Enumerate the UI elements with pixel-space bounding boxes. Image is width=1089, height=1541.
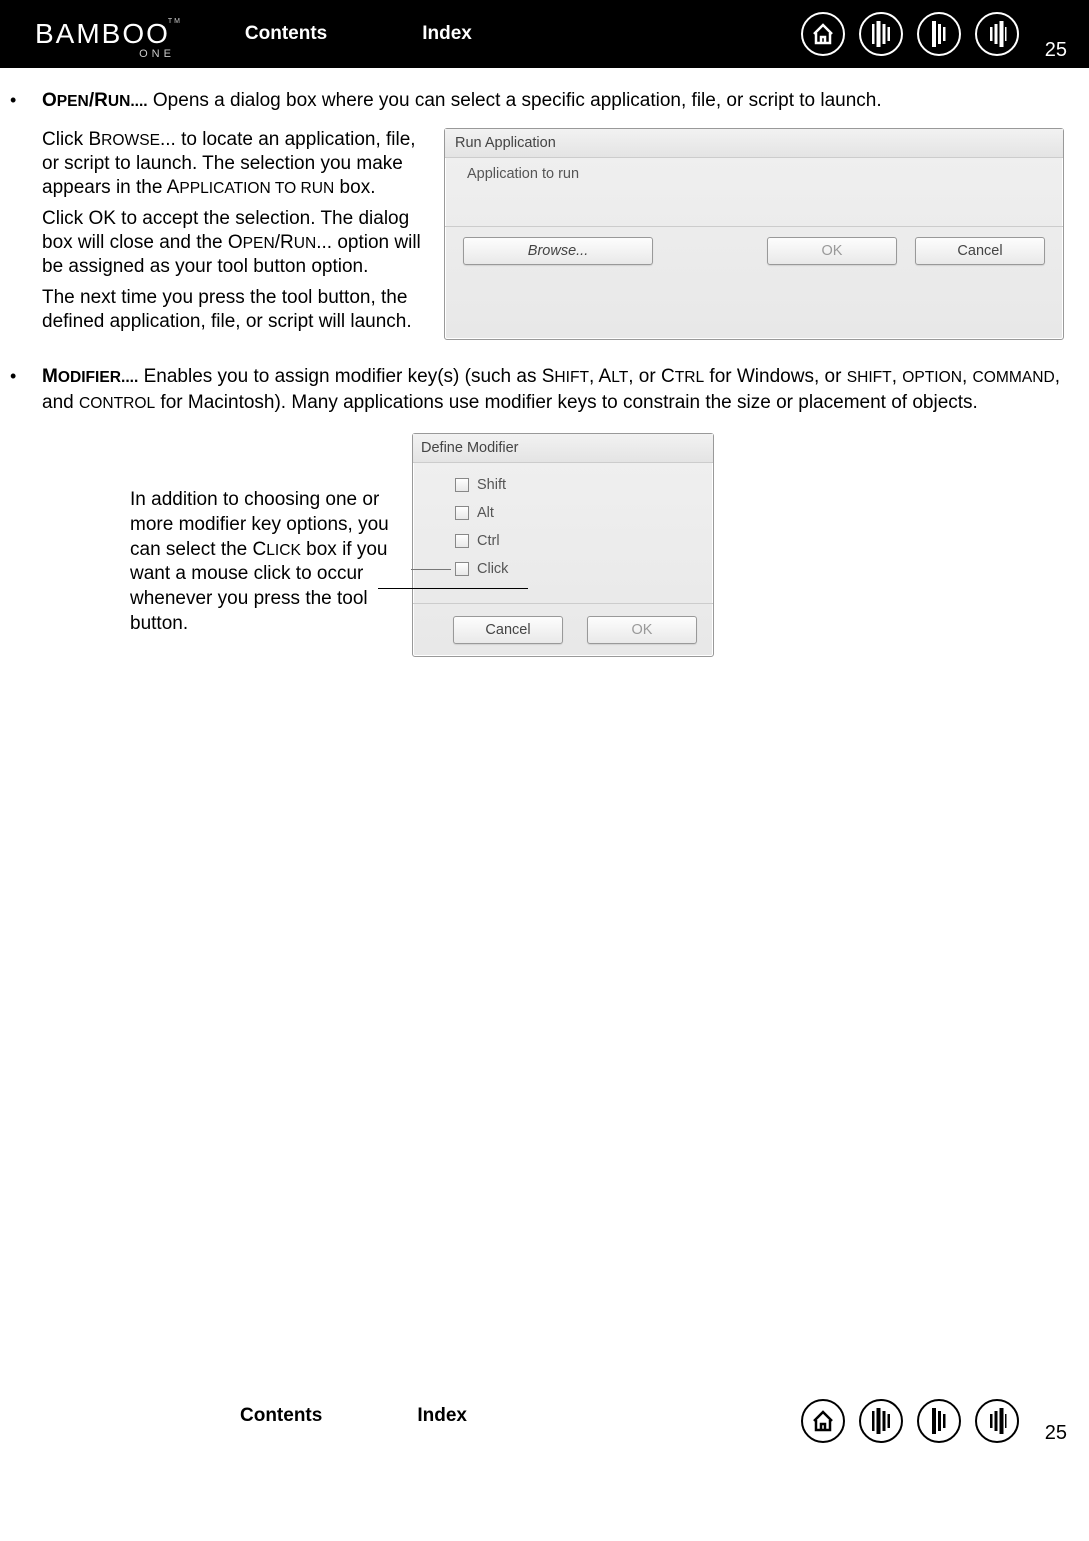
p2b: PEN bbox=[243, 235, 275, 252]
bullet: • bbox=[10, 364, 42, 415]
footer-page-number: 25 bbox=[1045, 1422, 1067, 1445]
p3: The next time you press the tool button,… bbox=[42, 286, 432, 335]
mdg: for Windows, or bbox=[704, 366, 847, 387]
modifier-body: MODIFIER.... Enables you to assign modif… bbox=[42, 364, 1069, 415]
dialog1-buttons: Browse... OK Cancel bbox=[445, 226, 1063, 279]
cancel-button[interactable]: Cancel bbox=[453, 616, 563, 644]
click-checkbox[interactable]: Click bbox=[411, 561, 713, 577]
mdo: for Macintosh). Many applications use mo… bbox=[155, 392, 978, 413]
openrun-t1: O bbox=[42, 90, 57, 111]
mdf: TRL bbox=[675, 369, 704, 386]
home-icon[interactable] bbox=[801, 1399, 845, 1443]
footer-icons bbox=[801, 1399, 1019, 1443]
click-label: Click bbox=[477, 561, 508, 577]
mde: , or C bbox=[628, 366, 674, 387]
checkbox-icon bbox=[455, 534, 469, 548]
p2d: UN bbox=[294, 235, 317, 252]
shift-label: Shift bbox=[477, 477, 506, 493]
contents-link[interactable]: Contents bbox=[245, 23, 327, 45]
openrun-two-col: Click BROWSE... to locate an application… bbox=[42, 128, 1069, 341]
logo-tm: TM bbox=[168, 18, 182, 25]
checkbox-icon bbox=[455, 478, 469, 492]
alt-label: Alt bbox=[477, 505, 494, 521]
mdd: LT bbox=[611, 369, 628, 386]
ctrl-checkbox[interactable]: Ctrl bbox=[455, 533, 713, 549]
ctrl-label: Ctrl bbox=[477, 533, 500, 549]
ok-button[interactable]: OK bbox=[767, 237, 897, 265]
dialog2-buttons: Cancel OK bbox=[413, 603, 713, 656]
header-nav: Contents Index bbox=[245, 23, 472, 45]
openrun-t4: UN.... bbox=[108, 93, 148, 110]
mdi: , bbox=[892, 366, 903, 387]
prev-page-icon[interactable] bbox=[917, 1399, 961, 1443]
shift-checkbox[interactable]: Shift bbox=[455, 477, 713, 493]
contents-link[interactable]: Contents bbox=[240, 1405, 322, 1427]
mdh: SHIFT bbox=[847, 369, 892, 386]
openrun-t3: /R bbox=[89, 90, 108, 111]
modifier-two-col: In addition to choosing one or more modi… bbox=[130, 433, 1069, 657]
openrun-t2: PEN bbox=[57, 93, 89, 110]
browse-button[interactable]: Browse... bbox=[463, 237, 653, 265]
checkbox-icon bbox=[455, 562, 469, 576]
page-content: • OPEN/RUN.... Opens a dialog box where … bbox=[0, 68, 1089, 657]
ok-button[interactable]: OK bbox=[587, 616, 697, 644]
dialog1-title: Run Application bbox=[445, 129, 1063, 158]
run-application-dialog: Run Application Application to run Brows… bbox=[444, 128, 1064, 341]
p1e: box. bbox=[334, 177, 375, 198]
openrun-desc: Opens a dialog box where you can select … bbox=[148, 90, 882, 111]
checkbox-icon bbox=[455, 506, 469, 520]
first-page-icon[interactable] bbox=[859, 1399, 903, 1443]
index-link[interactable]: Index bbox=[422, 23, 472, 45]
application-to-run-label: Application to run bbox=[463, 166, 1045, 182]
openrun-body: OPEN/RUN.... Opens a dialog box where yo… bbox=[42, 88, 1069, 114]
mdk: , bbox=[962, 366, 973, 387]
mod-t2: ODIFIER.... bbox=[58, 369, 139, 386]
first-page-icon[interactable] bbox=[859, 12, 903, 56]
header-page-number: 25 bbox=[1045, 39, 1067, 62]
bullet: • bbox=[10, 88, 42, 114]
mdc: , A bbox=[589, 366, 611, 387]
openrun-text-col: Click BROWSE... to locate an application… bbox=[42, 128, 432, 341]
mdl: COMMAND bbox=[973, 369, 1055, 386]
p1d: PPLICATION TO RUN bbox=[179, 180, 334, 197]
nb: LICK bbox=[266, 542, 301, 559]
mdn: CONTROL bbox=[79, 395, 155, 412]
openrun-section: • OPEN/RUN.... Opens a dialog box where … bbox=[10, 88, 1069, 114]
mod-t1: M bbox=[42, 366, 58, 387]
modifier-section: • MODIFIER.... Enables you to assign mod… bbox=[10, 364, 1069, 415]
leader-line bbox=[378, 588, 528, 589]
dialog2-title: Define Modifier bbox=[413, 434, 713, 463]
header-icons bbox=[801, 12, 1019, 56]
prev-page-icon[interactable] bbox=[917, 12, 961, 56]
header-bar: BAMBOO TM ONE Contents Index 25 bbox=[0, 0, 1089, 68]
mdj: OPTION bbox=[902, 369, 962, 386]
define-modifier-dialog: Define Modifier Shift Alt Ctrl Click Can… bbox=[412, 433, 714, 657]
dialog1-body: Application to run bbox=[445, 158, 1063, 226]
modifier-checklist: Shift Alt Ctrl Click bbox=[413, 463, 713, 603]
home-icon[interactable] bbox=[801, 12, 845, 56]
next-page-icon[interactable] bbox=[975, 12, 1019, 56]
next-page-icon[interactable] bbox=[975, 1399, 1019, 1443]
alt-checkbox[interactable]: Alt bbox=[455, 505, 713, 521]
cancel-button[interactable]: Cancel bbox=[915, 237, 1045, 265]
logo-main: BAMBOO bbox=[35, 18, 170, 49]
footer-nav: Contents Index bbox=[240, 1405, 467, 1427]
logo: BAMBOO TM ONE bbox=[35, 18, 170, 50]
index-link[interactable]: Index bbox=[417, 1405, 467, 1427]
p1a: Click B bbox=[42, 129, 101, 150]
mdb: HIFT bbox=[554, 369, 589, 386]
mda: Enables you to assign modifier key(s) (s… bbox=[138, 366, 554, 387]
modifier-note: In addition to choosing one or more modi… bbox=[130, 488, 390, 636]
p1b: ROWSE bbox=[101, 132, 160, 149]
p2c: /R bbox=[275, 232, 294, 253]
footer-bar: Contents Index 25 bbox=[0, 1397, 1089, 1447]
logo-sub: ONE bbox=[139, 48, 175, 60]
